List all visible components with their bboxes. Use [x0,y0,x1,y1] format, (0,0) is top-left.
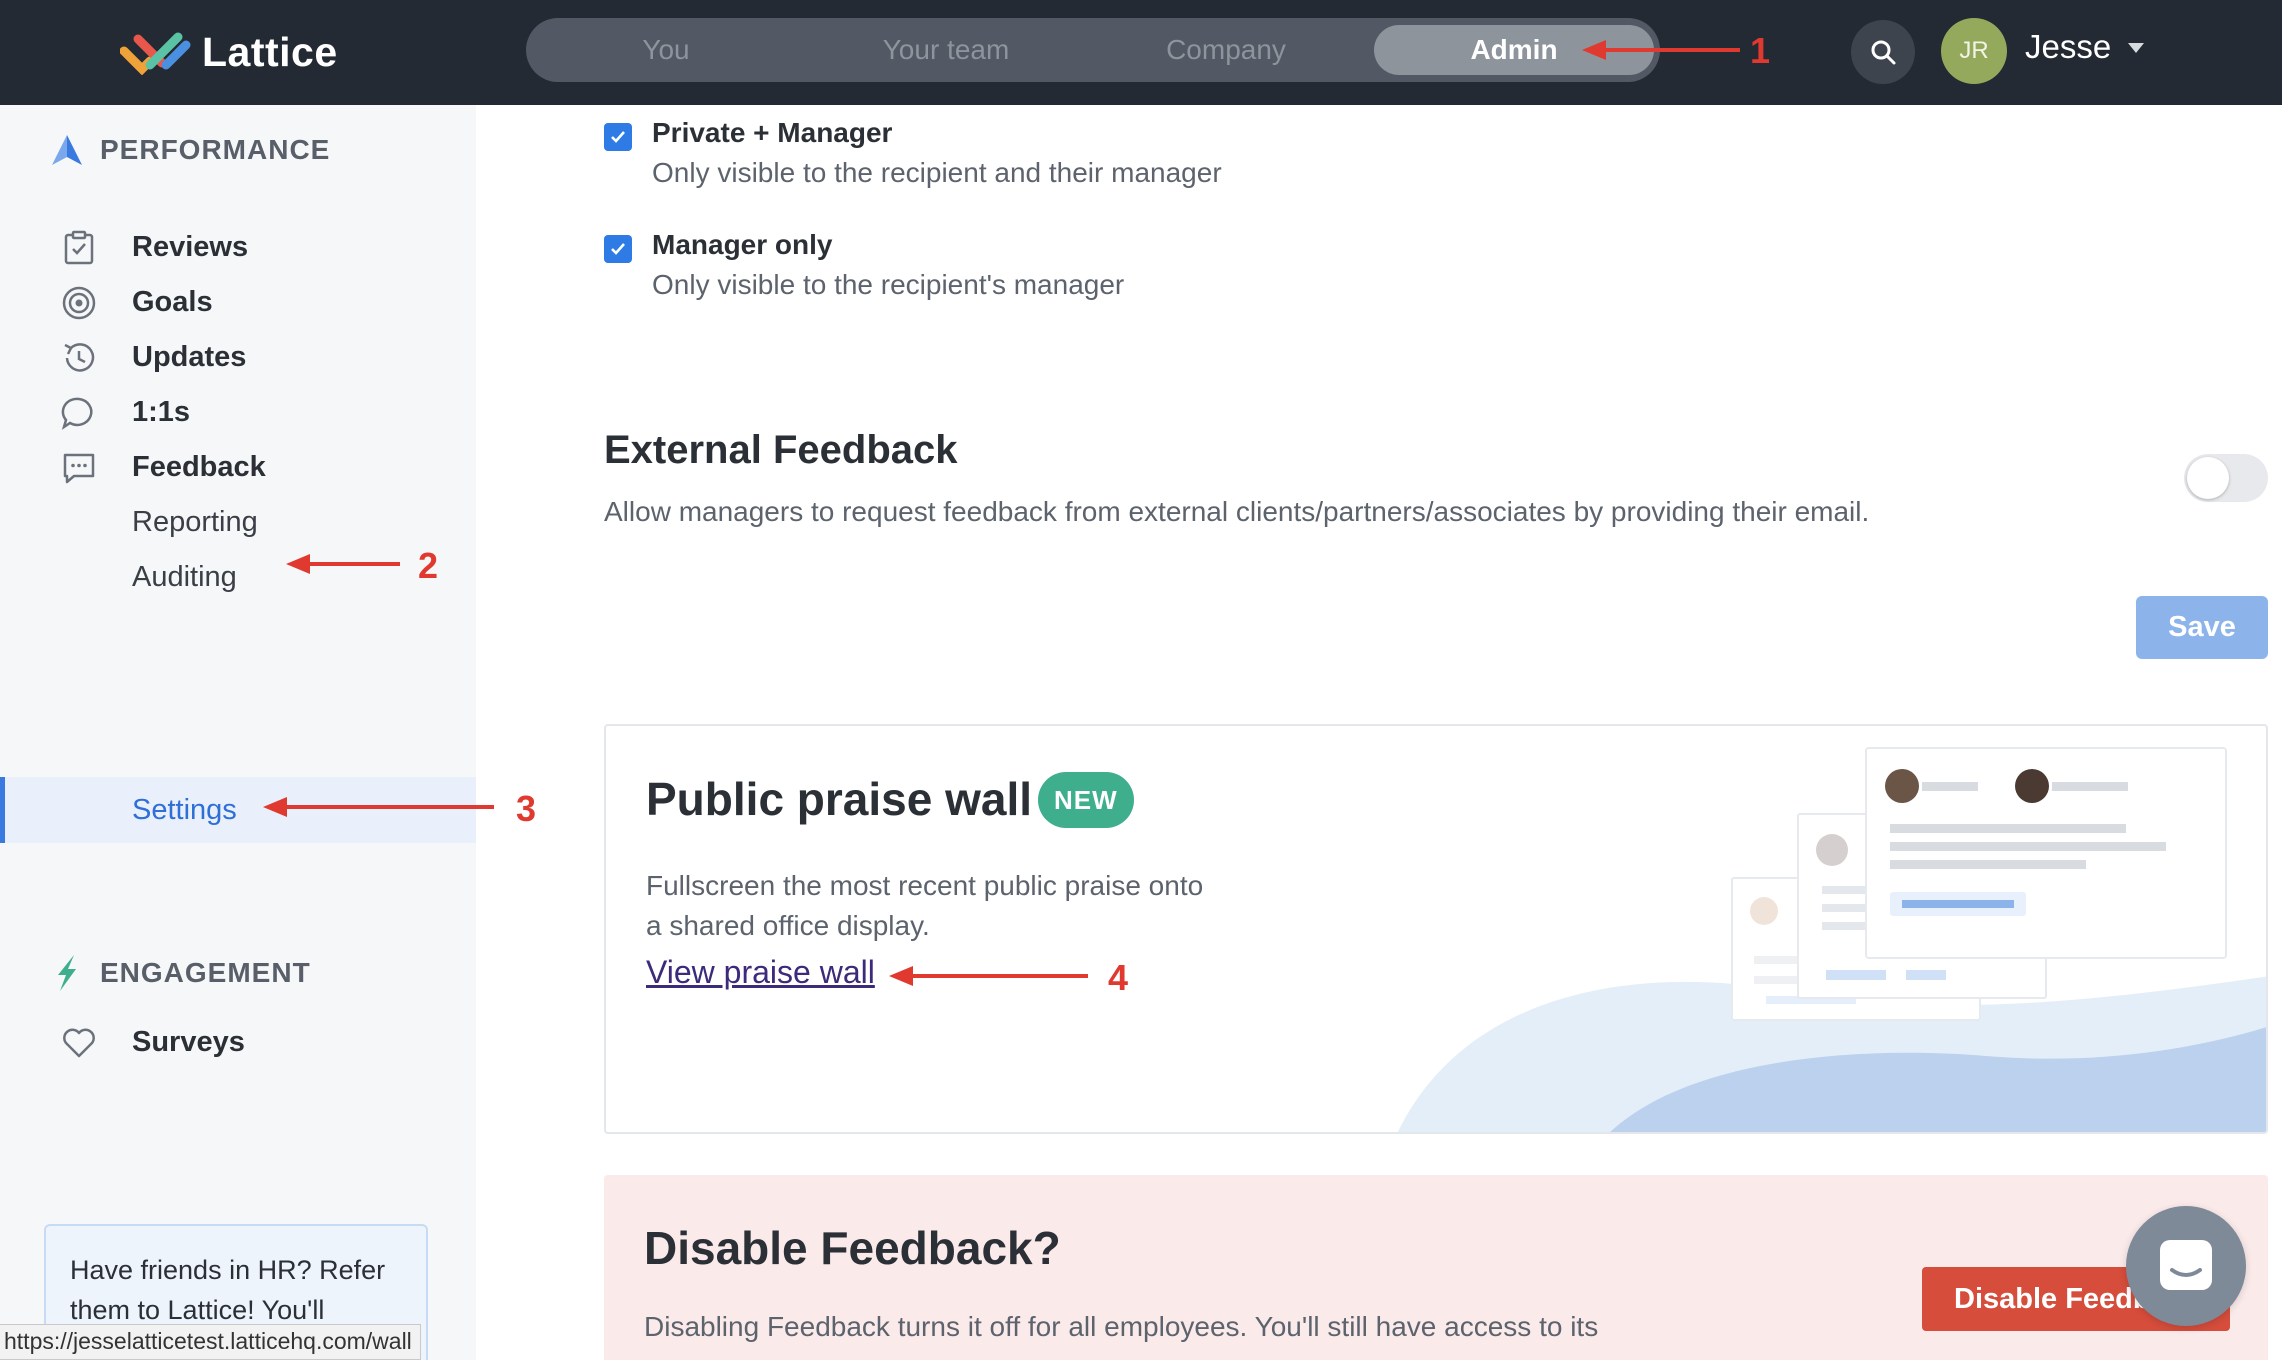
annotation-number: 3 [516,788,537,829]
user-name[interactable]: Jesse [2025,28,2111,66]
annotation-number: 1 [1750,30,1771,71]
section-label: ENGAGEMENT [100,957,311,988]
praise-wall-description: Fullscreen the most recent public praise… [646,870,1204,941]
sidebar-item-label: Goals [132,285,213,318]
external-feedback-description: Allow managers to request feedback from … [604,496,1870,527]
sidebar-item-label: Reporting [132,505,258,538]
annotation-number: 2 [418,545,439,586]
performance-icon [52,135,82,165]
lightning-icon [58,955,76,991]
sidebar-item-label: 1:1s [132,395,191,428]
history-icon [64,343,95,372]
sidebar-item-label: Updates [132,340,247,373]
view-praise-wall-link[interactable]: View praise wall [646,954,875,991]
chat-bubble-icon [61,397,93,430]
refer-text: Have friends in HR? Refer them to Lattic… [70,1255,386,1325]
tab-you[interactable]: You [541,25,791,75]
support-chat-button[interactable] [2126,1206,2246,1326]
top-nav-bar: Lattice You Your team Company Admin JR J… [0,0,2282,105]
option-description: Only visible to the recipient's manager [652,269,1125,300]
praise-wall-card: Public praise wall NEW Fullscreen the mo… [604,724,2268,1134]
option-title: Manager only [652,229,833,260]
tab-company[interactable]: Company [1101,25,1351,75]
chevron-down-icon[interactable] [2128,43,2144,53]
disable-feedback-description: Disabling Feedback turns it off for all … [644,1311,1599,1360]
option-description: Only visible to the recipient and their … [652,157,1222,188]
option-title: Private + Manager [652,117,893,148]
annotation-number: 4 [1108,957,1129,998]
sidebar-item-label: Auditing [132,560,237,593]
clipboard-check-icon [64,230,94,265]
section-engagement: ENGAGEMENT [50,953,311,993]
avatar[interactable]: JR [1941,18,2007,84]
heart-icon [63,1028,95,1058]
search-button[interactable] [1851,20,1915,84]
external-feedback-toggle[interactable] [2184,454,2268,502]
section-label: PERFORMANCE [100,134,331,165]
section-performance: PERFORMANCE [50,133,330,167]
praise-wall-title: Public praise wall [646,773,1033,825]
external-feedback-title: External Feedback [604,428,958,472]
lattice-logo-icon [120,32,191,75]
sidebar-item-label: Feedback [132,450,266,483]
chat-icon [2160,1240,2212,1290]
message-icon [63,453,95,484]
sidebar-item-settings[interactable]: Settings [0,777,476,843]
sidebar-item-auditing[interactable]: Auditing [0,544,476,610]
check-icon [611,243,625,255]
check-icon [611,131,625,143]
app-name: Lattice [202,28,338,75]
disable-feedback-card: Disable Feedback? Disabling Feedback tur… [604,1175,2268,1360]
manager-only-checkbox[interactable] [604,235,632,263]
new-badge: NEW [1038,772,1134,828]
private-manager-checkbox[interactable] [604,123,632,151]
praise-wall-illustration [1398,747,2266,1132]
toggle-knob [2187,457,2229,499]
target-icon [62,286,96,320]
sidebar-item-surveys[interactable]: Surveys [0,1009,476,1075]
sidebar-item-label: Reviews [132,230,249,263]
sidebar-item-label: Surveys [132,1025,245,1058]
status-url: https://jesselatticetest.latticehq.com/w… [0,1324,421,1360]
lattice-logo[interactable]: Lattice [120,24,338,80]
search-icon [1871,40,1896,65]
sidebar: PERFORMANCE Reviews Goals Updates 1:1s F… [0,105,476,1360]
tab-admin[interactable]: Admin [1374,25,1654,75]
main-nav-tabs: You Your team Company Admin [526,18,1660,82]
disable-feedback-title: Disable Feedback? [644,1222,1061,1274]
save-button[interactable]: Save [2136,596,2268,659]
tab-your-team[interactable]: Your team [821,25,1071,75]
sidebar-item-label: Settings [132,793,237,826]
